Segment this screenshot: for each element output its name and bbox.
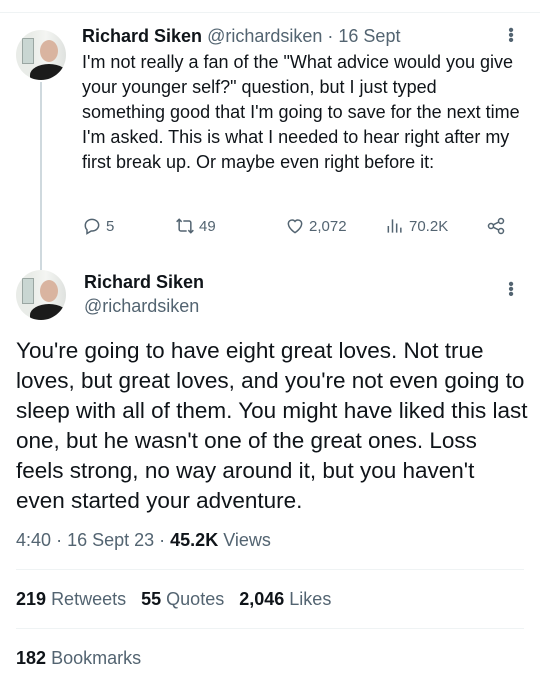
quotes-stat[interactable]: 55 Quotes	[141, 589, 224, 609]
views-label: Views	[223, 530, 271, 550]
share-button[interactable]	[486, 216, 510, 236]
engagement-stats: 219 Retweets 55 Quotes 2,046 Likes	[16, 589, 331, 610]
author-name[interactable]: Richard Siken	[82, 26, 202, 46]
tweet-time[interactable]: 4:40	[16, 530, 51, 550]
views-count: 70.2K	[409, 217, 449, 235]
quotes-label: Quotes	[166, 589, 225, 609]
retweets-stat[interactable]: 219 Retweets	[16, 589, 126, 609]
tweet-header: Richard Siken @richardsiken · 16 Sept	[82, 26, 400, 47]
likes-count: 2,046	[239, 589, 285, 609]
retweet-button[interactable]: 49	[175, 216, 216, 236]
avatar[interactable]	[16, 30, 66, 80]
views-button[interactable]: 70.2K	[385, 216, 448, 236]
reply-button[interactable]: 5	[82, 216, 114, 236]
separator-dot: ·	[327, 26, 334, 46]
bookmarks-label: Bookmarks	[51, 648, 142, 668]
top-divider	[0, 0, 540, 13]
tweet-meta: 4:40 · 16 Sept 23 · 45.2K Views	[16, 530, 271, 550]
retweets-count: 219	[16, 589, 47, 609]
views-icon	[387, 219, 402, 233]
more-icon[interactable]: • • •	[506, 23, 516, 49]
more-icon[interactable]: • • •	[506, 277, 516, 303]
author-name[interactable]: Richard Siken	[84, 272, 204, 293]
bookmarks-stat[interactable]: 182 Bookmarks	[16, 648, 141, 669]
likes-stat[interactable]: 2,046 Likes	[239, 589, 331, 609]
divider	[16, 628, 524, 629]
reply-count: 5	[106, 217, 115, 235]
tweet-date[interactable]: 16 Sept 23	[67, 530, 154, 550]
likes-label: Likes	[289, 589, 332, 609]
tweet-actions: 5 49 2,072 70.2K	[82, 216, 512, 240]
bookmarks-count: 182	[16, 648, 47, 668]
like-icon	[287, 219, 303, 234]
like-count: 2,072	[309, 217, 347, 235]
tweet-date[interactable]: 16 Sept	[338, 26, 400, 46]
author-handle[interactable]: @richardsiken	[207, 26, 322, 46]
tweet-text: I'm not really a fan of the "What advice…	[82, 52, 520, 172]
author-handle[interactable]: @richardsiken	[84, 296, 199, 317]
tweet-text: You're going to have eight great loves. …	[16, 338, 528, 513]
quotes-count: 55	[141, 589, 162, 609]
like-button[interactable]: 2,072	[285, 216, 347, 236]
retweet-count: 49	[199, 217, 216, 235]
divider	[16, 569, 524, 570]
share-icon	[487, 217, 505, 235]
retweets-label: Retweets	[51, 589, 127, 609]
views-count: 45.2K	[170, 530, 219, 550]
reply-icon	[84, 218, 100, 235]
thread-connector-line	[40, 82, 42, 270]
avatar[interactable]	[16, 270, 66, 320]
retweet-icon	[176, 218, 194, 234]
